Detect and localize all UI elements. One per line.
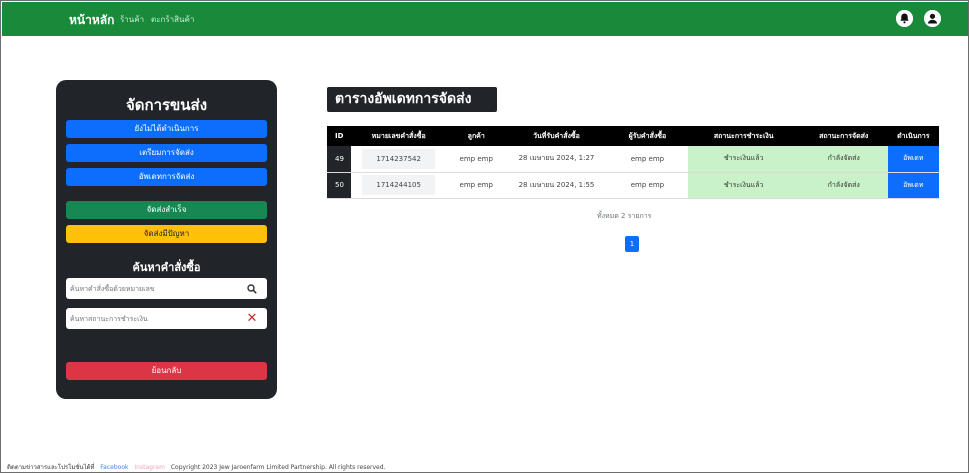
nav-cart-link[interactable]: ตะกร้าสินค้า	[151, 13, 194, 26]
facebook-link[interactable]: Facebook	[100, 464, 128, 471]
order-number-value: 1714244105	[362, 175, 435, 195]
header-customer: ลูกค้า	[446, 126, 506, 146]
update-button[interactable]: อัพเดท	[887, 172, 939, 199]
cell-id: 49	[327, 146, 351, 173]
update-shipment-button[interactable]: อัพเดทการจัดส่ง	[66, 168, 267, 186]
back-button[interactable]: ย้อนกลับ	[66, 362, 267, 380]
footer-info-text: ติดตามข่าวสารและโปรโมชั่นได้ที่	[7, 464, 95, 471]
bell-icon[interactable]	[896, 10, 913, 27]
shipping-table: ID หมายเลขคำสั่งซื้อ ลูกค้า วันที่รับคำส…	[327, 126, 939, 199]
header-order-date: วันที่รับคำสั่งซื้อ	[505, 126, 608, 146]
not-processed-button[interactable]: ยังไม่ได้ดำเนินการ	[66, 120, 267, 138]
cell-shipping-status: กำลังจัดส่ง	[799, 172, 888, 199]
header-shipping-status: สถานะการจัดส่ง	[799, 126, 888, 146]
table-row: 49 1714237542 emp emp 28 เมษายน 2024, 1:…	[327, 146, 939, 173]
footer: ติดตามข่าวสารและโปรโมชั่นได้ที่ Facebook…	[7, 462, 385, 472]
table-row: 50 1714244105 emp emp 28 เมษายน 2024, 1:…	[327, 172, 939, 199]
page-frame: หน้าหลัก ร้านค้า ตะกร้าสินค้า จัดการขนส่…	[0, 0, 969, 473]
record-count: ทั้งหมด 2 รายการ	[597, 212, 652, 220]
order-number-value: 1714237542	[362, 148, 435, 169]
top-navbar: หน้าหลัก ร้านค้า ตะกร้าสินค้า	[2, 2, 968, 36]
cell-payment-status: ชำระเงินแล้ว	[687, 146, 800, 173]
table-header-row: ID หมายเลขคำสั่งซื้อ ลูกค้า วันที่รับคำส…	[327, 126, 939, 146]
cell-order-number: 1714237542	[350, 146, 447, 173]
cell-customer: emp emp	[446, 172, 506, 199]
header-payment-status: สถานะการชำระเงิน	[687, 126, 800, 146]
search-payment-box: ✕	[66, 308, 267, 329]
header-id: ID	[327, 126, 351, 146]
table-title: ตารางอัพเดทการจัดส่ง	[327, 87, 497, 112]
cell-customer: emp emp	[446, 146, 506, 173]
pagination-page-1[interactable]: 1	[625, 236, 639, 252]
shipping-problem-button[interactable]: จัดส่งมีปัญหา	[66, 225, 267, 243]
search-order-box	[66, 278, 267, 299]
preparing-shipment-button[interactable]: เตรียมการจัดส่ง	[66, 144, 267, 162]
search-icon[interactable]	[237, 278, 267, 299]
shipped-success-button[interactable]: จัดส่งสำเร็จ	[66, 201, 267, 219]
cell-shipping-status: กำลังจัดส่ง	[799, 146, 888, 173]
cell-order-date: 28 เมษายน 2024, 1:55	[505, 172, 608, 199]
nav-home-link[interactable]: หน้าหลัก	[69, 11, 114, 30]
panel-title: จัดการขนส่ง	[125, 96, 208, 114]
cell-payment-status: ชำระเงินแล้ว	[687, 172, 800, 199]
shipping-management-panel: จัดการขนส่ง ยังไม่ได้ดำเนินการ เตรียมการ…	[56, 80, 277, 399]
header-action: ดำเนินการ	[887, 126, 939, 146]
cell-receiver: emp emp	[607, 172, 688, 199]
update-button[interactable]: อัพเดท	[887, 146, 939, 173]
instagram-link[interactable]: Instagram	[134, 464, 165, 471]
header-order-number: หมายเลขคำสั่งซื้อ	[350, 126, 447, 146]
nav-shop-link[interactable]: ร้านค้า	[120, 13, 144, 26]
cell-receiver: emp emp	[607, 146, 688, 173]
cell-order-number: 1714244105	[350, 172, 447, 199]
search-order-input[interactable]	[66, 278, 236, 299]
search-payment-input[interactable]	[66, 308, 236, 329]
user-icon[interactable]	[924, 10, 941, 27]
clear-icon[interactable]: ✕	[237, 308, 267, 329]
copyright-text: Copyright 2023 Jew Jaroenfarm Limited Pa…	[170, 464, 386, 471]
search-order-title: ค้นหาคำสั่งซื้อ	[132, 261, 201, 274]
header-receiver: ผู้รับคำสั่งซื้อ	[607, 126, 688, 146]
cell-order-date: 28 เมษายน 2024, 1:27	[505, 146, 608, 173]
cell-id: 50	[327, 172, 351, 199]
